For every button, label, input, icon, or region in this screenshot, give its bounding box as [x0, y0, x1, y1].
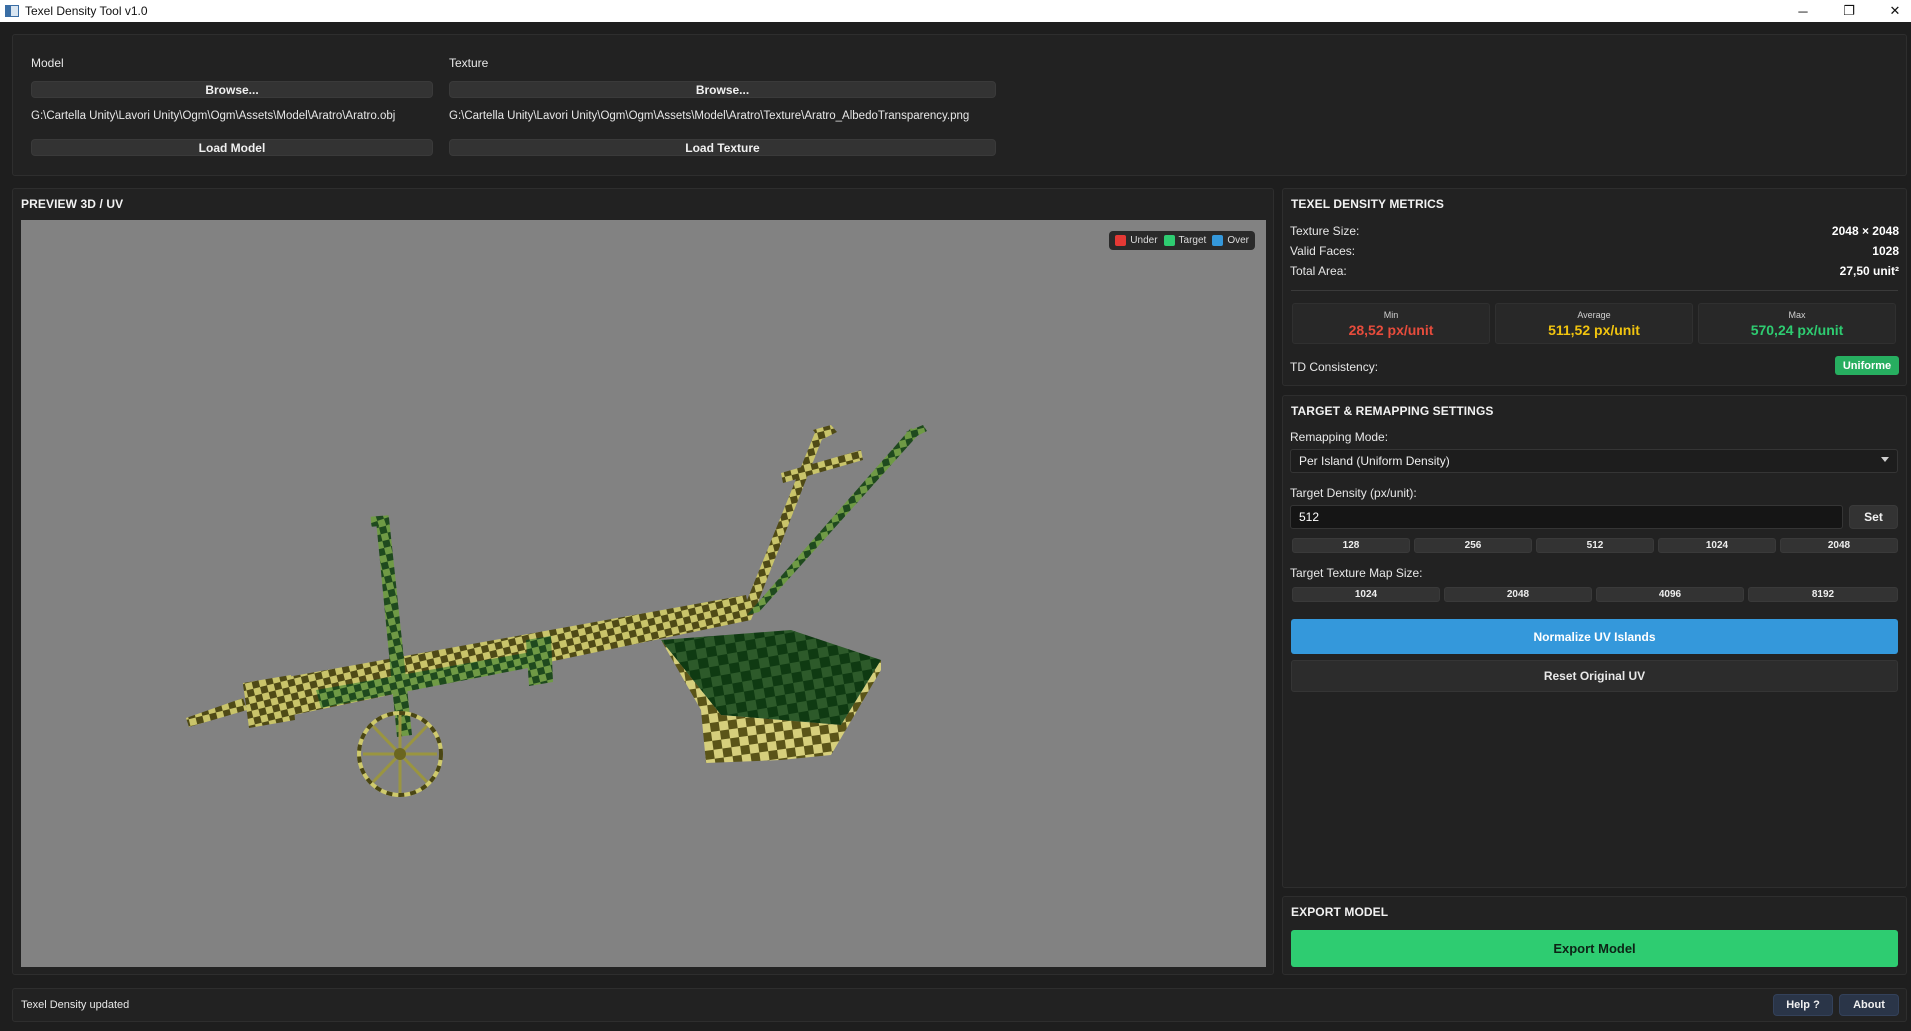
3d-viewport[interactable]: Under Target Over — [21, 220, 1266, 967]
plough-model-render — [186, 425, 927, 797]
status-text: Texel Density updated — [21, 999, 130, 1011]
min-caption: Min — [1383, 310, 1399, 320]
valid-faces-row: Valid Faces: 1028 — [1290, 244, 1899, 258]
td-consistency-badge: Uniforme — [1835, 356, 1899, 375]
minimize-button[interactable]: ─ — [1780, 0, 1826, 22]
texture-browse-button[interactable]: Browse... — [449, 81, 996, 98]
model-label: Model — [31, 56, 64, 70]
status-bar: Texel Density updated — [12, 988, 1907, 1022]
total-area-value: 27,50 unit² — [1839, 264, 1899, 278]
map-size-preset-1024[interactable]: 1024 — [1292, 587, 1440, 602]
export-title: EXPORT MODEL — [1291, 905, 1389, 919]
normalize-uv-button[interactable]: Normalize UV Islands — [1291, 619, 1898, 654]
target-density-label: Target Density (px/unit): — [1290, 486, 1417, 500]
metrics-divider — [1291, 290, 1898, 291]
reset-uv-button[interactable]: Reset Original UV — [1291, 660, 1898, 692]
side-block — [526, 636, 553, 686]
max-value: 570,24 px/unit — [1750, 322, 1844, 338]
title-bar: Texel Density Tool v1.0 ─ ❐ ✕ — [0, 0, 1911, 22]
total-area-label: Total Area: — [1290, 264, 1347, 278]
close-button[interactable]: ✕ — [1872, 0, 1911, 22]
about-button[interactable]: About — [1839, 994, 1899, 1016]
texture-size-value: 2048 × 2048 — [1831, 224, 1899, 238]
left-handle — [741, 430, 824, 620]
wheel — [357, 711, 443, 797]
remapping-mode-value: Per Island (Uniform Density) — [1299, 454, 1450, 468]
metrics-panel: TEXEL DENSITY METRICS — [1282, 188, 1907, 386]
density-preset-2048[interactable]: 2048 — [1780, 538, 1898, 553]
export-model-button[interactable]: Export Model — [1291, 930, 1898, 967]
set-density-button[interactable]: Set — [1849, 505, 1898, 529]
texture-label: Texture — [449, 56, 489, 70]
texture-size-label: Texture Size: — [1290, 224, 1360, 238]
max-density-box: Max 570,24 px/unit — [1698, 303, 1896, 344]
remapping-mode-label: Remapping Mode: — [1290, 430, 1389, 444]
valid-faces-label: Valid Faces: — [1290, 244, 1356, 258]
load-model-button[interactable]: Load Model — [31, 139, 433, 156]
valid-faces-value: 1028 — [1872, 244, 1899, 258]
metrics-title: TEXEL DENSITY METRICS — [1291, 197, 1445, 211]
map-size-preset-8192[interactable]: 8192 — [1748, 587, 1898, 602]
average-caption: Average — [1577, 310, 1611, 320]
app-icon — [5, 5, 19, 17]
density-preset-512[interactable]: 512 — [1536, 538, 1654, 553]
density-preset-128[interactable]: 128 — [1292, 538, 1410, 553]
window-title: Texel Density Tool v1.0 — [25, 4, 148, 18]
density-preset-256[interactable]: 256 — [1414, 538, 1532, 553]
pole-top — [370, 515, 390, 527]
maximize-button[interactable]: ❐ — [1826, 0, 1872, 22]
help-button[interactable]: Help ? — [1773, 994, 1833, 1016]
model-path: G:\Cartella Unity\Lavori Unity\Ogm\Ogm\A… — [31, 110, 396, 122]
min-value: 28,52 px/unit — [1348, 322, 1434, 338]
max-caption: Max — [1788, 310, 1806, 320]
average-value: 511,52 px/unit — [1548, 322, 1640, 338]
total-area-row: Total Area: 27,50 unit² — [1290, 264, 1899, 278]
target-density-input[interactable] — [1290, 505, 1843, 529]
handle-crossbar — [781, 450, 863, 483]
min-density-box: Min 28,52 px/unit — [1292, 303, 1490, 344]
target-map-size-label: Target Texture Map Size: — [1290, 566, 1423, 580]
model-browse-button[interactable]: Browse... — [31, 81, 433, 98]
moldboard-dark — [661, 630, 881, 725]
front-block — [243, 675, 295, 728]
remapping-mode-select[interactable]: Per Island (Uniform Density) — [1290, 449, 1898, 473]
vertical-pole — [376, 518, 412, 737]
map-size-preset-4096[interactable]: 4096 — [1596, 587, 1744, 602]
file-panel: Model Browse... G:\Cartella Unity\Lavori… — [12, 34, 1907, 176]
map-size-preset-2048[interactable]: 2048 — [1444, 587, 1592, 602]
density-preset-1024[interactable]: 1024 — [1658, 538, 1776, 553]
front-rod — [186, 698, 247, 727]
right-handle — [747, 428, 919, 615]
texture-size-row: Texture Size: 2048 × 2048 — [1290, 224, 1899, 238]
preview-title: PREVIEW 3D / UV — [21, 197, 124, 211]
texture-path: G:\Cartella Unity\Lavori Unity\Ogm\Ogm\A… — [449, 110, 970, 122]
average-density-box: Average 511,52 px/unit — [1495, 303, 1693, 344]
td-consistency-label: TD Consistency: — [1290, 360, 1379, 374]
target-title: TARGET & REMAPPING SETTINGS — [1291, 404, 1494, 418]
chevron-down-icon — [1881, 457, 1889, 462]
load-texture-button[interactable]: Load Texture — [449, 139, 996, 156]
